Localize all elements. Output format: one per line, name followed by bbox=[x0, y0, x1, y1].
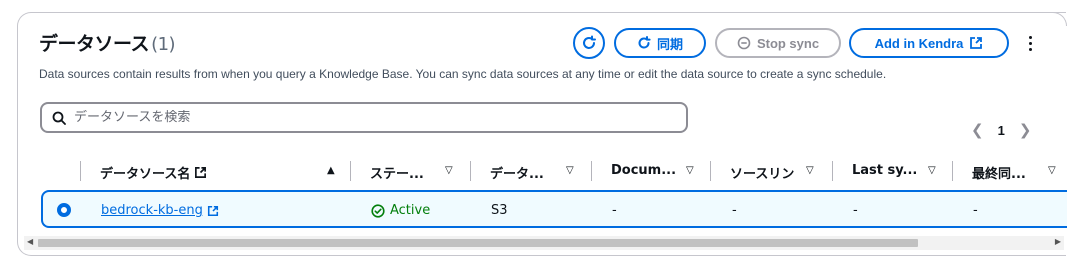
col-last-sync[interactable]: Last sy... ▽ bbox=[832, 161, 952, 181]
horizontal-scrollbar[interactable]: ◀ ▶ bbox=[24, 236, 1064, 250]
col-type[interactable]: データ... ▽ bbox=[470, 161, 590, 182]
col-status[interactable]: ステー... ▽ bbox=[350, 161, 470, 182]
documents-value: - bbox=[612, 203, 617, 218]
sync-label: 同期 bbox=[656, 36, 683, 52]
table-row[interactable]: bedrock-kb-eng Active S3 - - - - bbox=[41, 190, 1067, 228]
sort-icon[interactable]: ▽ bbox=[928, 165, 936, 176]
column-divider bbox=[470, 161, 471, 181]
prev-page-icon[interactable]: ❮ bbox=[971, 121, 984, 139]
col-last-sync-jp[interactable]: 最終同... ▽ bbox=[952, 161, 1067, 182]
data-source-type: S3 bbox=[491, 203, 508, 218]
stop-sync-button[interactable]: Stop sync bbox=[715, 28, 841, 58]
col-documents[interactable]: Docum... ▽ bbox=[591, 161, 710, 181]
search-icon bbox=[52, 111, 66, 125]
sort-icon[interactable]: ▽ bbox=[686, 165, 694, 176]
add-in-kendra-button[interactable]: Add in Kendra bbox=[849, 28, 1009, 58]
table-header: データソース名 ▲ ステー... ▽ データ... ▽ Docum... ▽ ソ… bbox=[40, 154, 1067, 188]
col-last-sync-jp-label: 最終同... bbox=[972, 167, 1026, 182]
external-link-icon bbox=[195, 167, 207, 178]
search-input[interactable] bbox=[74, 110, 654, 125]
data-source-name-link[interactable]: bedrock-kb-eng bbox=[101, 203, 219, 218]
sync-icon bbox=[638, 36, 651, 49]
next-page-icon[interactable]: ❯ bbox=[1019, 121, 1032, 139]
sort-icon[interactable]: ▽ bbox=[445, 165, 453, 176]
description-text: Data sources contain results from when y… bbox=[39, 67, 887, 81]
source-link-value: - bbox=[732, 203, 737, 218]
column-divider bbox=[710, 161, 711, 181]
col-source-link-label: ソースリン bbox=[730, 167, 795, 182]
col-type-label: データ... bbox=[490, 167, 544, 182]
stop-icon bbox=[737, 36, 751, 50]
scroll-left-icon[interactable]: ◀ bbox=[27, 237, 33, 246]
external-link-icon bbox=[207, 205, 218, 216]
data-source-name: bedrock-kb-eng bbox=[101, 203, 203, 218]
add-in-kendra-label: Add in Kendra bbox=[874, 35, 964, 51]
col-name-text: データソース名 bbox=[100, 167, 191, 182]
pagination: ❮ 1 ❯ bbox=[971, 121, 1031, 139]
column-divider bbox=[952, 161, 953, 181]
more-actions-icon[interactable] bbox=[1024, 32, 1036, 54]
col-name[interactable]: データソース名 ▲ bbox=[80, 161, 350, 182]
column-divider bbox=[591, 161, 592, 181]
sync-button[interactable]: 同期 bbox=[614, 28, 706, 58]
refresh-button[interactable] bbox=[573, 27, 605, 59]
sort-ascending-icon[interactable]: ▲ bbox=[327, 165, 335, 176]
success-check-icon bbox=[371, 203, 385, 218]
status-text: Active bbox=[390, 203, 431, 218]
last-sync-value: - bbox=[853, 203, 858, 218]
col-status-label: ステー... bbox=[370, 167, 424, 182]
row-select-radio[interactable] bbox=[57, 203, 71, 217]
external-link-icon bbox=[970, 37, 983, 49]
column-divider bbox=[832, 161, 833, 181]
sort-icon[interactable]: ▽ bbox=[1048, 165, 1056, 176]
refresh-icon bbox=[583, 35, 596, 49]
col-last-sync-label: Last sy... bbox=[852, 163, 918, 178]
title-text: データソース bbox=[39, 33, 150, 55]
scrollbar-thumb[interactable] bbox=[38, 239, 918, 247]
status-badge: Active bbox=[371, 203, 430, 218]
sort-icon[interactable]: ▽ bbox=[806, 165, 814, 176]
col-documents-label: Docum... bbox=[611, 163, 677, 178]
stop-sync-label: Stop sync bbox=[756, 35, 820, 51]
column-divider bbox=[80, 161, 81, 181]
search-box bbox=[40, 102, 688, 133]
page-title: データソース (1) bbox=[39, 29, 176, 56]
scroll-right-icon[interactable]: ▶ bbox=[1055, 237, 1061, 246]
last-sync-jp-value: - bbox=[973, 203, 978, 218]
col-name-label: データソース名 bbox=[100, 163, 207, 182]
col-source-link[interactable]: ソースリン ▽ bbox=[710, 161, 830, 182]
current-page[interactable]: 1 bbox=[998, 123, 1005, 138]
column-divider bbox=[350, 161, 351, 181]
sort-icon[interactable]: ▽ bbox=[566, 165, 574, 176]
title-count: (1) bbox=[151, 34, 176, 55]
